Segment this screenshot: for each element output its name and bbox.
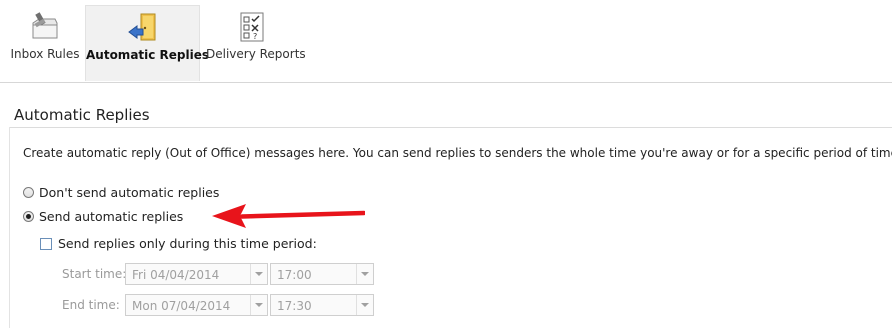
end-time-dropdown[interactable]: 17:30: [270, 294, 374, 316]
send-option[interactable]: Send automatic replies: [23, 209, 183, 224]
send-label: Send automatic replies: [39, 209, 184, 224]
start-time-dropdown[interactable]: 17:00: [270, 263, 374, 285]
chevron-down-icon[interactable]: [356, 295, 373, 315]
start-date-dropdown[interactable]: Fri 04/04/2014: [125, 263, 268, 285]
end-date-dropdown[interactable]: Mon 07/04/2014: [125, 294, 268, 316]
chevron-down-icon[interactable]: [250, 264, 267, 284]
start-date-value: Fri 04/04/2014: [132, 268, 220, 282]
svg-text:?: ?: [253, 32, 257, 41]
end-time-value: 17:30: [277, 299, 312, 313]
ribbon-toolbar: Inbox Rules Automatic Replies ? Delivery: [0, 0, 892, 83]
section-left-border: [9, 127, 10, 328]
inbox-rules-button[interactable]: Inbox Rules: [10, 5, 80, 80]
time-period-label: Send replies only during this time perio…: [58, 236, 317, 251]
start-time-value: 17:00: [277, 268, 312, 282]
end-time-label: End time:: [62, 298, 120, 312]
section-divider: [9, 127, 892, 128]
section-description: Create automatic reply (Out of Office) m…: [23, 146, 892, 160]
red-arrow-annotation: [212, 204, 365, 228]
automatic-replies-icon: [127, 13, 155, 41]
inbox-rules-label: Inbox Rules: [10, 47, 80, 61]
delivery-reports-label: Delivery Reports: [206, 47, 306, 61]
inbox-rules-icon: [32, 12, 58, 39]
automatic-replies-button[interactable]: Automatic Replies: [85, 5, 210, 81]
dont-send-option[interactable]: Don't send automatic replies: [23, 185, 219, 200]
automatic-replies-window: Inbox Rules Automatic Replies ? Delivery: [0, 0, 892, 328]
end-date-value: Mon 07/04/2014: [132, 299, 231, 313]
chevron-down-icon[interactable]: [356, 264, 373, 284]
time-period-option[interactable]: Send replies only during this time perio…: [40, 236, 317, 251]
delivery-reports-button[interactable]: ? Delivery Reports: [206, 5, 306, 80]
automatic-replies-label: Automatic Replies: [86, 48, 210, 62]
time-period-checkbox[interactable]: [40, 237, 52, 250]
chevron-down-icon[interactable]: [250, 295, 267, 315]
delivery-reports-icon: ?: [240, 12, 264, 42]
dont-send-radio[interactable]: [23, 187, 34, 198]
start-time-label: Start time:: [62, 267, 127, 281]
send-radio[interactable]: [23, 211, 34, 222]
dont-send-label: Don't send automatic replies: [39, 185, 220, 200]
section-title: Automatic Replies: [14, 106, 150, 124]
